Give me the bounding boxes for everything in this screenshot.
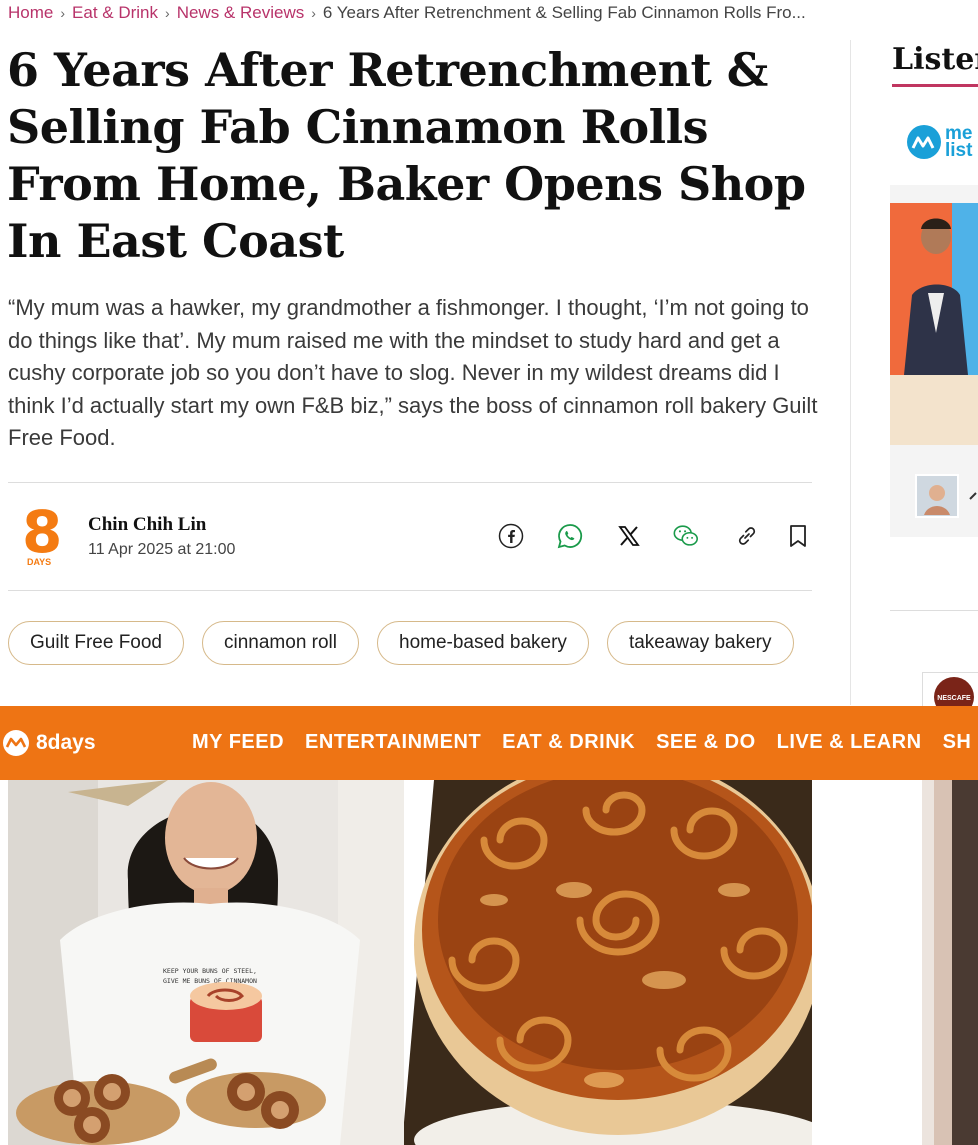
sticky-navbar: 8days MY FEED ENTERTAINMENT EAT & DRINK … (0, 706, 978, 780)
hero-image-cinnamon-rolls (404, 780, 812, 1145)
nav-my-feed[interactable]: MY FEED (192, 731, 284, 754)
x-icon[interactable] (615, 522, 643, 550)
tag-cinnamon-roll[interactable]: cinnamon roll (202, 621, 359, 665)
author-name[interactable]: Chin Chih Lin (88, 514, 206, 536)
breadcrumb: Home › Eat & Drink › News & Reviews › 6 Years … (8, 3, 806, 23)
nav-entertainment[interactable]: ENTERTAINMENT (305, 731, 481, 754)
sidebar-title: Lister (892, 42, 978, 77)
mediacorp-icon (3, 730, 29, 756)
svg-text:KEEP YOUR BUNS OF STEEL,: KEEP YOUR BUNS OF STEEL, (163, 967, 257, 975)
melisten-logo[interactable]: me list (906, 124, 972, 160)
divider (890, 610, 978, 611)
chevron-right-icon: › (311, 5, 316, 21)
article-title: 6 Years After Retrenchment & Selling Fab… (7, 43, 806, 268)
chevron-right-icon: › (60, 5, 66, 21)
nav-eat-drink[interactable]: EAT & DRINK (502, 731, 635, 754)
chevron-right-icon: › (165, 5, 170, 21)
breadcrumb-news-reviews[interactable]: News & Reviews (177, 3, 305, 22)
nav-see-do[interactable]: SEE & DO (656, 731, 756, 754)
tag-home-based-bakery[interactable]: home-based bakery (377, 621, 589, 665)
nav-shopping[interactable]: SH (943, 731, 972, 754)
divider (8, 590, 812, 591)
melisten-icon (907, 125, 941, 159)
8days-publisher-logo[interactable]: 8 DAYS (22, 503, 62, 569)
sidebar-divider (850, 40, 851, 705)
wechat-icon[interactable] (672, 522, 700, 550)
hero-image-baker: KEEP YOUR BUNS OF STEEL, GIVE ME BUNS OF… (8, 780, 432, 1145)
breadcrumb-current: 6 Years After Retrenchment & Selling Fab… (322, 3, 806, 22)
divider (8, 482, 812, 483)
nav-live-learn[interactable]: LIVE & LEARN (777, 731, 922, 754)
breadcrumb-eat-drink[interactable]: Eat & Drink (72, 3, 158, 22)
sidebar-title-underline (892, 84, 978, 87)
sidebar-podcast-card[interactable] (890, 185, 978, 537)
link-icon[interactable] (733, 522, 761, 550)
publish-date: 11 Apr 2025 at 21:00 (88, 541, 236, 558)
sidebar-ad-image[interactable] (922, 780, 978, 1145)
8days-logo[interactable]: 8days (0, 729, 96, 757)
tag-list: Guilt Free Food cinnamon roll home-based… (8, 621, 794, 665)
breadcrumb-home[interactable]: Home (8, 3, 53, 22)
main-nav: MY FEED ENTERTAINMENT EAT & DRINK SEE & … (192, 731, 971, 754)
bookmark-icon[interactable] (784, 522, 812, 550)
nescafe-badge[interactable]: NESCAFE (922, 672, 978, 707)
article-lede: “My mum was a hawker, my grandmother a f… (8, 295, 818, 450)
tag-guilt-free-food[interactable]: Guilt Free Food (8, 621, 184, 665)
tag-takeaway-bakery[interactable]: takeaway bakery (606, 621, 794, 665)
facebook-icon[interactable] (497, 522, 525, 550)
whatsapp-icon[interactable] (556, 522, 584, 550)
podcast-cover-image (890, 203, 978, 518)
